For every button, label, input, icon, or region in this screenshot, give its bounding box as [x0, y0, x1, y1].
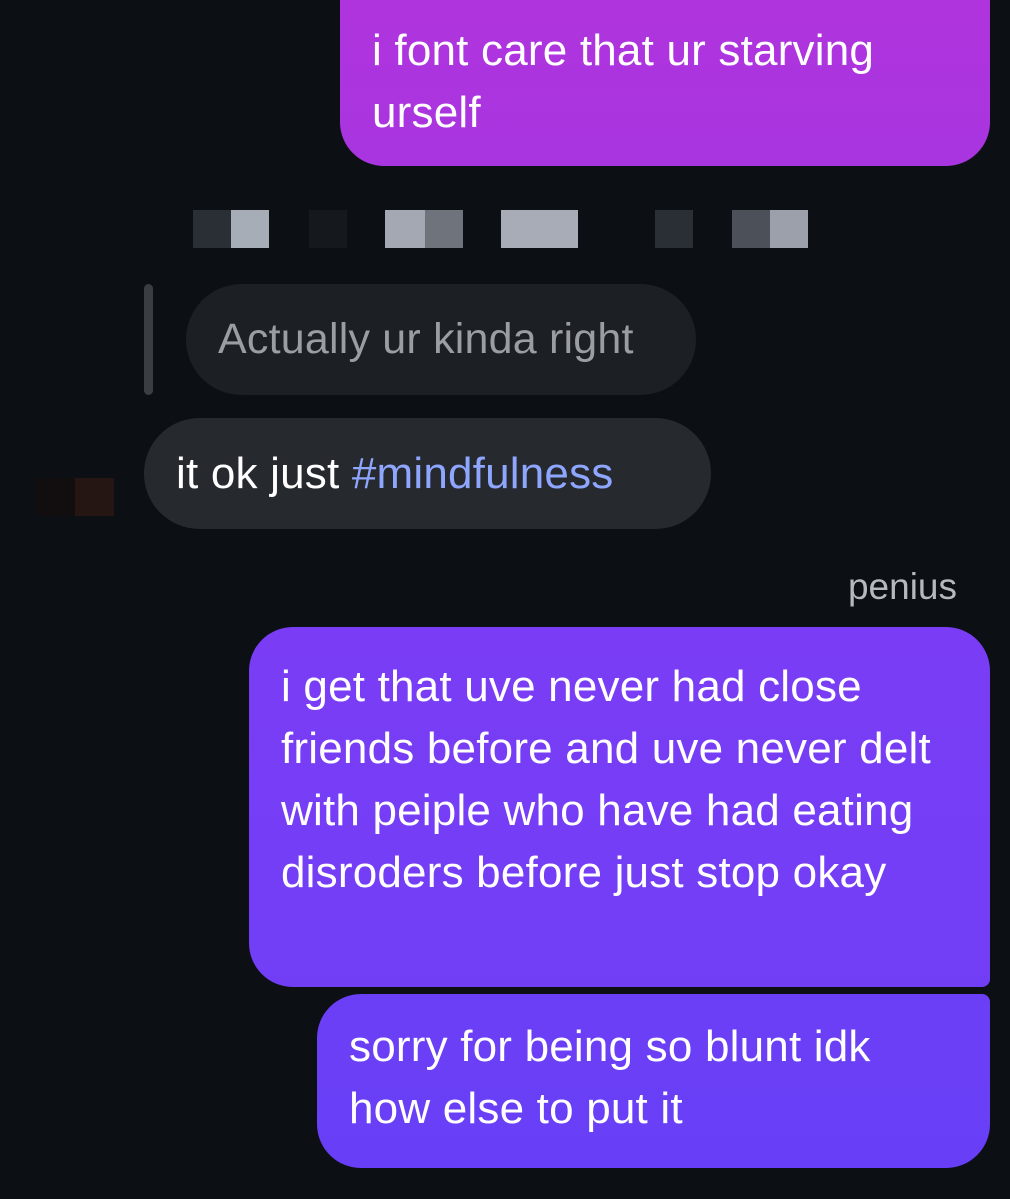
sent-message-bubble[interactable]: i font care that ur starving urself	[340, 0, 990, 166]
pixel-block	[501, 210, 578, 248]
received-message-bubble[interactable]: it ok just #mindfulness	[144, 418, 711, 529]
hashtag-link[interactable]: #mindfulness	[352, 449, 614, 498]
pixel-block	[770, 210, 808, 248]
pixel-block	[385, 210, 425, 248]
sent-message-bubble[interactable]: i get that uve never had close friends b…	[249, 627, 990, 987]
message-text: sorry for being so blunt idk how else to…	[349, 1022, 871, 1133]
message-text: it ok just	[176, 449, 352, 498]
reply-quote-text: Actually ur kinda right	[218, 315, 634, 363]
pixel-block	[732, 210, 770, 248]
sender-name: penius	[847, 566, 957, 607]
pixel-block	[36, 478, 75, 516]
pixel-block	[655, 210, 693, 248]
avatar[interactable]	[36, 478, 114, 516]
pixel-block	[75, 478, 114, 516]
message-text: i get that uve never had close friends b…	[281, 662, 931, 897]
pixel-block	[425, 210, 463, 248]
sent-message-bubble[interactable]: sorry for being so blunt idk how else to…	[317, 994, 990, 1168]
message-text: i font care that ur starving urself	[372, 26, 875, 137]
reply-quote-bubble[interactable]: Actually ur kinda right	[186, 284, 696, 395]
reply-indicator-bar	[144, 284, 153, 395]
pixel-block	[231, 210, 269, 248]
pixel-block	[309, 210, 347, 248]
pixel-block	[193, 210, 231, 248]
